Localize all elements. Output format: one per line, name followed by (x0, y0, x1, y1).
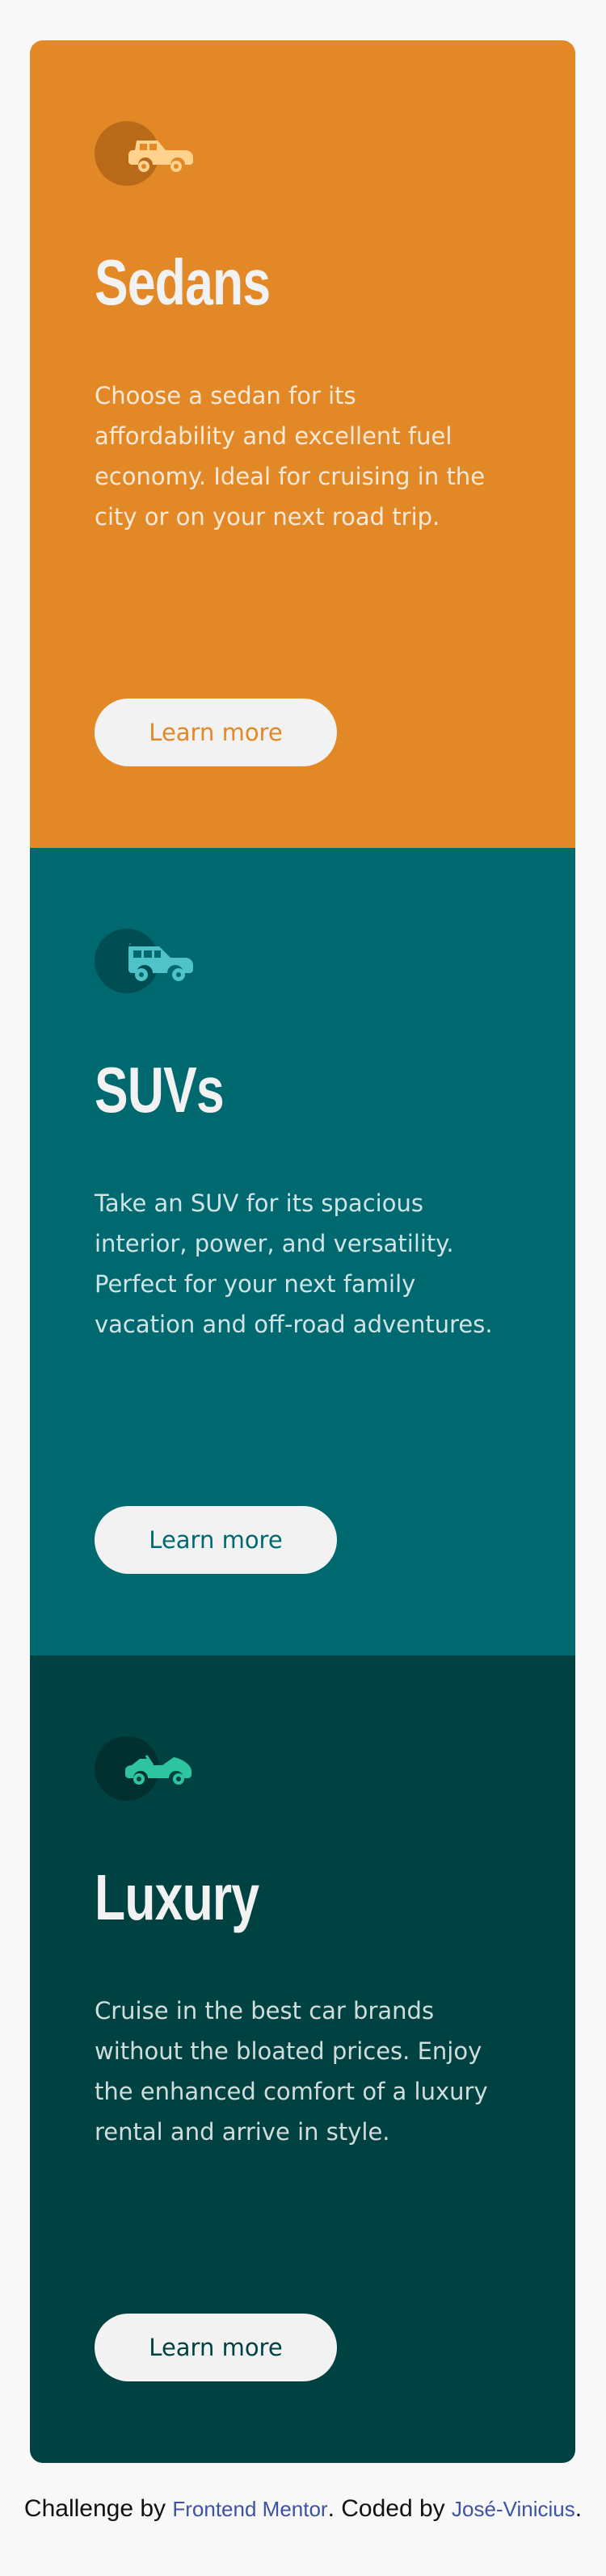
card-title: SUVs (95, 1054, 225, 1126)
footer-suffix: . (574, 2495, 583, 2522)
footer-middle: . Coded by (327, 2495, 452, 2522)
sedan-car-icon (95, 121, 208, 186)
frontend-mentor-link[interactable]: Frontend Mentor (172, 2497, 327, 2521)
car-cards-container: Sedans Choose a sedan for its affordabil… (30, 40, 575, 2463)
card-title: Luxury (95, 1861, 259, 1933)
footer-prefix: Challenge by (23, 2495, 173, 2522)
suv-car-icon (95, 929, 208, 993)
suvs-card: SUVs Take an SUV for its spacious interi… (30, 848, 575, 1655)
author-link[interactable]: José-Vinicius (452, 2497, 575, 2521)
luxury-car-icon (95, 1736, 208, 1801)
learn-more-button[interactable]: Learn more (95, 699, 337, 766)
learn-more-button[interactable]: Learn more (95, 2314, 337, 2381)
luxury-card: Luxury Cruise in the best car brands wit… (30, 1655, 575, 2463)
sedans-card: Sedans Choose a sedan for its affordabil… (30, 40, 575, 848)
card-description: Take an SUV for its spacious interior, p… (95, 1189, 493, 1338)
learn-more-button[interactable]: Learn more (95, 1506, 337, 1574)
card-title: Sedans (95, 246, 271, 318)
suv-svg (128, 943, 193, 981)
card-description: Cruise in the best car brands without th… (95, 1997, 488, 2146)
card-description: Choose a sedan for its affordability and… (95, 382, 486, 531)
luxury-svg (125, 1755, 191, 1785)
attribution-footer: Challenge by Frontend Mentor. Coded by J… (0, 2495, 606, 2523)
sedan-svg (128, 141, 193, 172)
